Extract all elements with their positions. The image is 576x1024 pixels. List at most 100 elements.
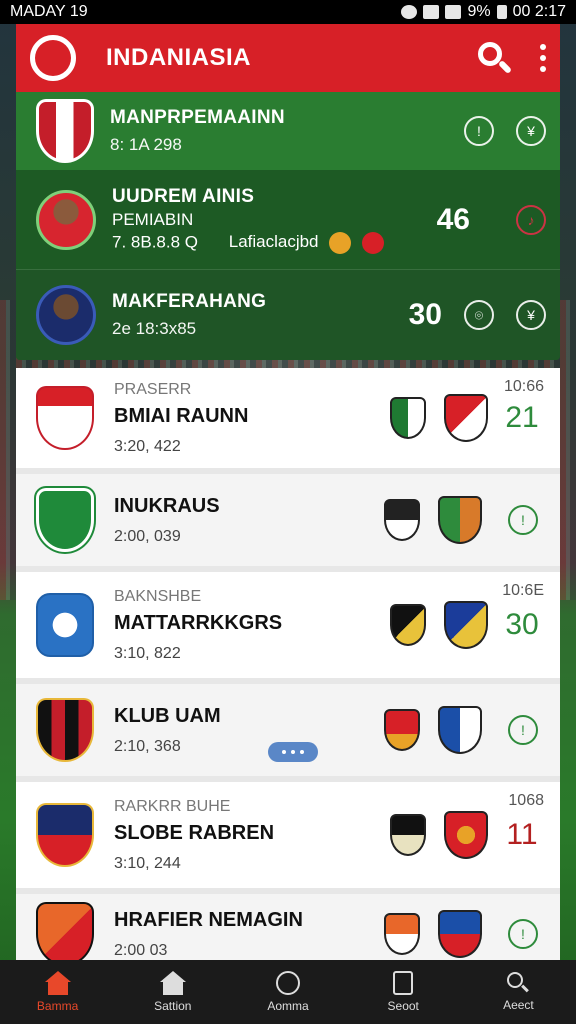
status-time: 00 2:17 xyxy=(512,3,566,20)
app-title: INDANIASIA xyxy=(106,44,252,71)
battery-icon xyxy=(496,5,507,19)
team-badge-icon xyxy=(329,231,352,254)
club-badge xyxy=(36,698,94,762)
featured-subtitle: 2e 18:3x85 xyxy=(112,319,197,338)
location-icon[interactable]: ⌾ xyxy=(464,300,494,330)
match-info: 2:00, 039 xyxy=(114,527,181,545)
player-avatar xyxy=(36,189,96,250)
match-title: HRAFIER NEMAGIN xyxy=(114,908,303,931)
featured-sub-text: 7. 8B.8.8 Q xyxy=(112,231,198,251)
bottom-navigation: Bamma Sattion Aomma Seoot Aeect xyxy=(0,960,576,1024)
app-logo[interactable] xyxy=(30,35,76,81)
nav-label: Aeect xyxy=(503,998,534,1012)
match-row[interactable]: BAKNSHBE MATTARRKKGRS 3:10, 822 10:6E 30 xyxy=(16,572,560,684)
featured-row[interactable]: MAKFERAHANG 2e 18:3x85 30 ⌾ ¥ xyxy=(16,270,560,360)
nav-label: Bamma xyxy=(36,999,79,1013)
home-icon xyxy=(44,971,71,995)
app-bar: INDANIASIA xyxy=(16,24,560,92)
featured-score: 30 xyxy=(408,298,442,331)
status-bar: MADAY 19 9% 00 2:17 xyxy=(0,0,576,24)
wifi-icon xyxy=(423,5,440,19)
nav-label: Seoot xyxy=(387,999,419,1013)
match-score: 11 xyxy=(506,818,538,851)
team-shield-icon xyxy=(438,910,482,958)
match-row[interactable]: KLUB UAM 2:10, 368 ! xyxy=(16,684,560,782)
nav-scores[interactable]: Seoot xyxy=(346,960,461,1024)
featured-row[interactable]: UUDREM AINIS PEMIABIN 7. 8B.8.8 Q Lafiac… xyxy=(16,170,560,270)
match-row[interactable]: HRAFIER NEMAGIN 2:00 03 ! xyxy=(16,894,560,960)
status-carrier: MADAY 19 xyxy=(10,3,88,20)
match-title: INUKRAUS xyxy=(114,494,220,517)
featured-title-line2: PEMIABIN xyxy=(112,209,194,229)
nav-stadium[interactable]: Sattion xyxy=(115,960,230,1024)
match-info: 2:00 03 xyxy=(114,941,168,959)
player-icon[interactable]: ¥ xyxy=(516,116,546,146)
scoreboard-icon xyxy=(393,971,414,995)
more-options-icon[interactable] xyxy=(540,44,546,72)
info-icon[interactable]: ! xyxy=(508,505,538,535)
match-info: 3:20, 422 xyxy=(114,437,181,455)
match-title: BMIAI RAUNN xyxy=(114,404,249,427)
featured-title: UUDREM AINIS xyxy=(112,185,255,207)
team-shield-icon xyxy=(444,394,488,442)
team-shield-icon xyxy=(384,499,420,541)
page-indicator[interactable] xyxy=(268,742,318,762)
featured-title: MANPRPEMAAINN xyxy=(110,107,285,128)
club-badge xyxy=(36,902,94,960)
featured-subtitle: 7. 8B.8.8 Q Lafiaclacjbd xyxy=(112,231,437,254)
club-badge xyxy=(36,386,94,450)
match-label: RARKRR BUHE xyxy=(114,797,231,815)
team-shield-icon xyxy=(384,913,420,955)
stadium-icon xyxy=(159,971,186,995)
nav-schedule[interactable]: Aomma xyxy=(230,960,345,1024)
team-shield-icon xyxy=(384,709,420,751)
team-badge-icon xyxy=(361,231,384,254)
search-icon xyxy=(507,972,530,994)
match-info: 3:10, 822 xyxy=(114,644,181,662)
match-title: MATTARRKKGRS xyxy=(114,611,283,634)
nav-label: Aomma xyxy=(267,999,309,1013)
team-shield-icon xyxy=(444,601,488,649)
club-badge xyxy=(36,803,94,867)
info-icon[interactable]: ! xyxy=(508,715,538,745)
match-row[interactable]: PRASERR BMIAI RAUNN 3:20, 422 10:66 21 xyxy=(16,368,560,474)
info-icon[interactable]: ! xyxy=(464,116,494,146)
featured-row[interactable]: MANPRPEMAAINN 8: 1A 298 ! ¥ xyxy=(16,92,560,170)
team-shield-icon xyxy=(438,706,482,754)
clock-icon xyxy=(276,971,300,995)
search-icon[interactable] xyxy=(474,38,514,78)
nav-label: Sattion xyxy=(154,999,192,1013)
featured-score: 46 xyxy=(436,202,470,236)
match-label: BAKNSHBE xyxy=(114,587,202,605)
nav-search[interactable]: Aeect xyxy=(461,960,576,1024)
team-shield-icon xyxy=(438,496,482,544)
club-badge xyxy=(36,99,94,163)
match-score: 21 xyxy=(505,401,539,434)
match-row[interactable]: RARKRR BUHE SLOBE RABREN 3:10, 244 1068 … xyxy=(16,782,560,894)
match-time: 10:6E xyxy=(502,582,544,599)
featured-section: MANPRPEMAAINN 8: 1A 298 ! ¥ UUDREM AINIS… xyxy=(16,92,560,360)
club-badge xyxy=(36,593,94,657)
nav-home[interactable]: Bamma xyxy=(0,960,115,1024)
team-shield-icon xyxy=(444,811,488,859)
team-shield-icon xyxy=(390,397,426,439)
featured-extra: Lafiaclacjbd xyxy=(228,231,319,251)
player-icon[interactable]: ¥ xyxy=(516,300,546,330)
match-time: 10:66 xyxy=(503,378,544,395)
match-time: 1068 xyxy=(508,792,544,809)
match-label: PRASERR xyxy=(114,380,192,398)
team-shield-icon xyxy=(390,604,426,646)
featured-subtitle: 8: 1A 298 xyxy=(110,135,182,154)
match-title: SLOBE RABREN xyxy=(114,821,275,844)
team-shield-icon xyxy=(390,814,426,856)
signal-icon xyxy=(445,5,462,19)
player-avatar xyxy=(36,285,96,345)
match-list: PRASERR BMIAI RAUNN 3:20, 422 10:66 21 I… xyxy=(16,368,560,960)
club-badge xyxy=(36,488,94,552)
info-icon[interactable]: ! xyxy=(508,919,538,949)
match-score: 30 xyxy=(505,608,539,641)
match-row[interactable]: INUKRAUS 2:00, 039 ! xyxy=(16,474,560,572)
featured-title: MAKFERAHANG xyxy=(112,291,267,312)
status-icons: 9% 00 2:17 xyxy=(401,3,566,21)
alert-icon[interactable]: ♪ xyxy=(516,204,546,235)
